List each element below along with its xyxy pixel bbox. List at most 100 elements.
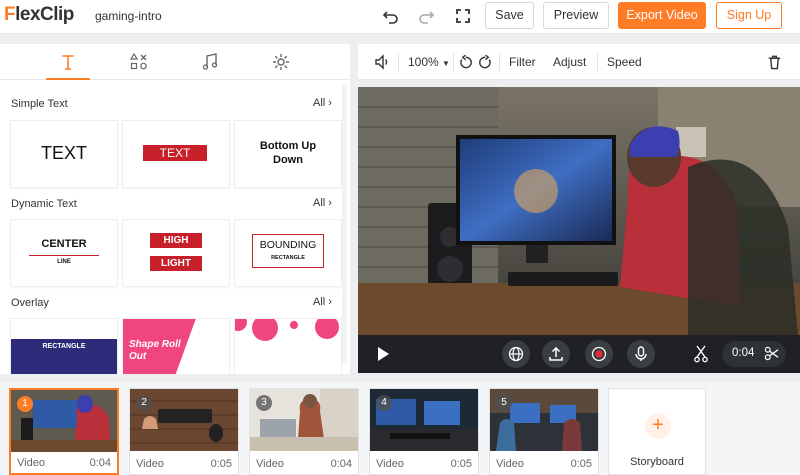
tab-music[interactable] <box>188 44 232 80</box>
gaming-scene-image <box>358 87 800 335</box>
dynamic-card-highlight[interactable]: HIGH LIGHT <box>123 220 229 286</box>
tab-text[interactable] <box>46 44 90 80</box>
rotate-right-icon[interactable] <box>478 54 493 70</box>
bounding-rectangle: BOUNDING RECTANGLE <box>252 234 324 268</box>
section-title-overlay: Overlay <box>11 297 49 309</box>
clip-duration: 0:05 <box>210 458 232 470</box>
chevron-right-icon: › <box>328 97 332 109</box>
clip-label: Video <box>496 458 524 470</box>
caret-down-icon: ▼ <box>442 59 450 68</box>
overlay-card-rectangle[interactable]: RECTANGLE <box>11 319 117 374</box>
playback-controls: 0:04 <box>358 335 800 373</box>
card-text: Bottom Up Down <box>259 140 317 166</box>
dynamic-card-bounding[interactable]: BOUNDING RECTANGLE <box>235 220 341 286</box>
flexclip-logo[interactable]: FlexClip <box>4 4 74 26</box>
circle-shape <box>235 319 247 331</box>
scissors-icon[interactable] <box>764 346 779 361</box>
overlay-card-shape-roll[interactable]: Shape Roll Out <box>123 319 229 374</box>
zoom-select[interactable]: 100% ▼ <box>408 55 450 69</box>
all-label: All <box>313 296 326 308</box>
fullscreen-icon[interactable] <box>453 6 473 26</box>
storyboard-label: Storyboard <box>630 456 684 468</box>
zoom-value: 100% <box>408 55 439 69</box>
card-text: TEXT <box>40 143 87 163</box>
simple-text-all-link[interactable]: All › <box>313 97 332 109</box>
card-text: BOUNDING <box>259 239 317 251</box>
sign-up-button[interactable]: Sign Up <box>716 2 782 29</box>
globe-button[interactable] <box>502 340 530 368</box>
circle-shape <box>252 319 278 341</box>
project-name[interactable]: gaming-intro <box>95 9 162 23</box>
filter-button[interactable]: Filter <box>509 55 536 69</box>
toolbar-separator <box>453 53 454 71</box>
microphone-button[interactable] <box>627 340 655 368</box>
settings-icon <box>273 54 289 70</box>
preview-toolbar: 100% ▼ Filter Adjust Speed <box>358 44 800 80</box>
text-card-red-bar[interactable]: TEXT <box>123 121 229 187</box>
clip-number: 4 <box>376 395 392 411</box>
trash-icon[interactable] <box>767 54 782 70</box>
center-line-divider <box>29 255 99 256</box>
panel-scrollbar[interactable] <box>342 84 347 364</box>
chevron-right-icon: › <box>328 296 332 308</box>
time-display: 0:04 <box>722 341 786 367</box>
timeline-clip-5[interactable]: 5 Video 0:05 <box>489 388 599 475</box>
timeline-clip-3[interactable]: 3 Video 0:04 <box>249 388 359 475</box>
preview-button[interactable]: Preview <box>543 2 609 29</box>
tab-elements[interactable] <box>117 44 161 80</box>
clip-duration: 0:05 <box>570 458 592 470</box>
music-icon <box>202 53 218 70</box>
speed-button[interactable]: Speed <box>607 55 642 69</box>
export-video-button[interactable]: Export Video <box>618 2 706 29</box>
redo-icon[interactable] <box>416 6 436 26</box>
chevron-right-icon: › <box>328 197 332 209</box>
current-time: 0:04 <box>732 347 755 359</box>
toolbar-separator <box>597 53 598 71</box>
text-card-plain[interactable]: TEXT <box>11 121 117 187</box>
record-icon <box>591 346 607 362</box>
card-text: CENTER <box>41 238 87 250</box>
all-label: All <box>313 197 326 209</box>
clip-label: Video <box>256 458 284 470</box>
timeline-clip-2[interactable]: 2 Video 0:05 <box>129 388 239 475</box>
upload-button[interactable] <box>542 340 570 368</box>
timeline-clip-4[interactable]: 4 Video 0:05 <box>369 388 479 475</box>
globe-icon <box>508 346 524 362</box>
card-text: HIGH <box>150 233 202 248</box>
all-label: All <box>313 97 326 109</box>
microphone-icon <box>635 346 647 361</box>
clip-label: Video <box>376 458 404 470</box>
clip-number: 1 <box>17 396 33 412</box>
clip-label: Video <box>136 458 164 470</box>
adjust-button[interactable]: Adjust <box>553 55 586 69</box>
panel-tabs <box>0 44 350 80</box>
clip-label: Video <box>17 457 45 469</box>
tab-settings[interactable] <box>259 44 303 80</box>
timeline: 1 Video 0:04 2 Video 0:05 3 Video 0:04 4… <box>0 382 800 475</box>
clip-number: 5 <box>496 395 512 411</box>
overlay-card-circles[interactable] <box>235 319 341 374</box>
card-text: TEXT <box>143 145 207 161</box>
top-bar: FlexClip gaming-intro Save Preview Expor… <box>0 0 800 34</box>
clip-number: 2 <box>136 395 152 411</box>
card-subtext: RECTANGLE <box>271 255 305 261</box>
rotate-left-icon[interactable] <box>458 54 473 70</box>
save-button[interactable]: Save <box>485 2 534 29</box>
volume-icon[interactable] <box>374 54 390 70</box>
undo-icon[interactable] <box>381 6 401 26</box>
dynamic-card-center[interactable]: CENTER LINE <box>11 220 117 286</box>
upload-icon <box>549 346 563 361</box>
overlay-all-link[interactable]: All › <box>313 296 332 308</box>
dynamic-text-all-link[interactable]: All › <box>313 197 332 209</box>
text-card-bottom-up[interactable]: Bottom Up Down <box>235 121 341 187</box>
toolbar-separator <box>398 53 399 71</box>
split-icon[interactable] <box>693 345 709 363</box>
video-preview[interactable] <box>358 87 800 335</box>
clip-duration: 0:04 <box>330 458 352 470</box>
record-button[interactable] <box>585 340 613 368</box>
storyboard-button[interactable]: + Storyboard <box>608 388 706 475</box>
play-icon[interactable] <box>376 346 390 362</box>
clip-duration: 0:05 <box>450 458 472 470</box>
timeline-clip-1[interactable]: 1 Video 0:04 <box>9 388 119 475</box>
card-subtext: LIGHT <box>150 256 202 271</box>
